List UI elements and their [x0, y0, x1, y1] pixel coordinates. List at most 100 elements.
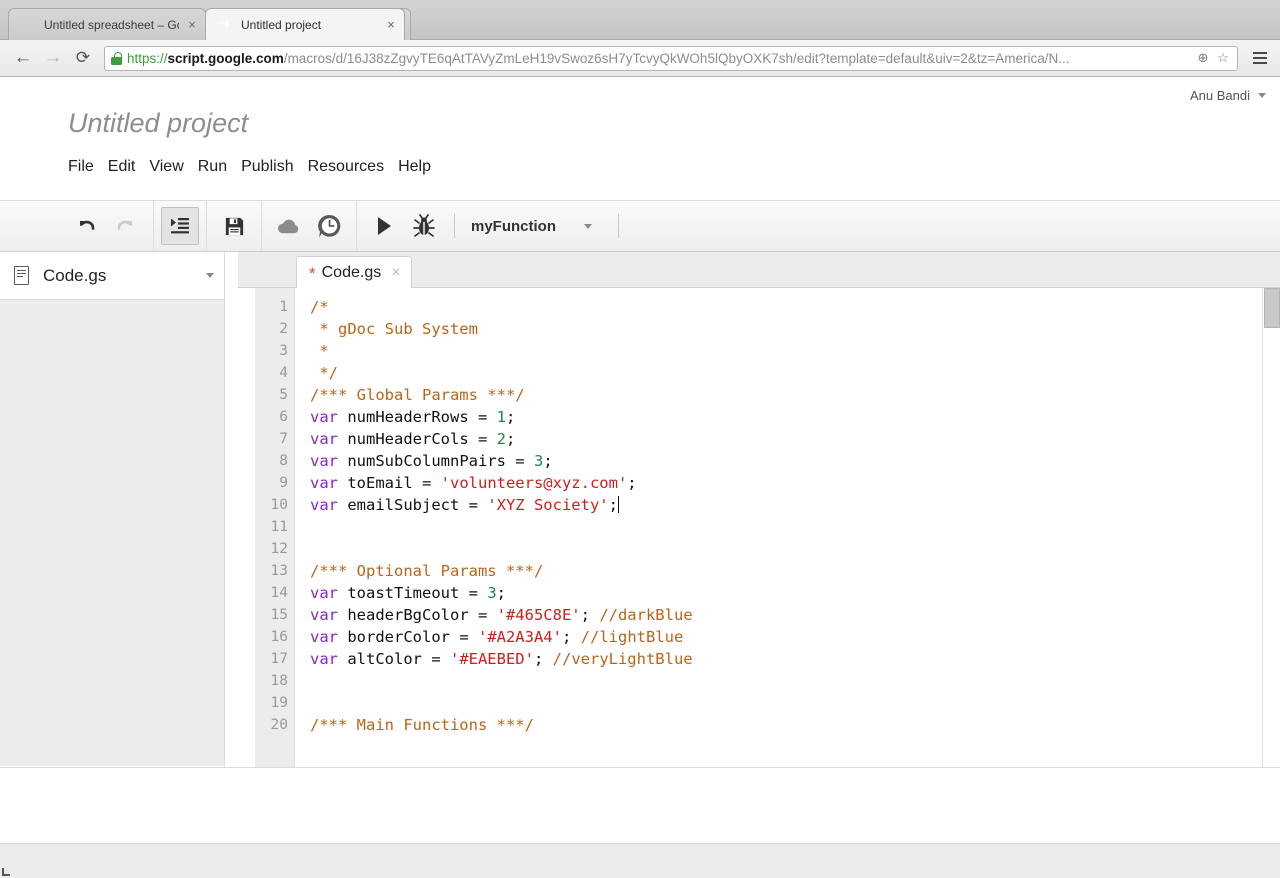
status-bar [0, 843, 1280, 878]
code-line-content[interactable]: var headerBgColor = '#465C8E'; //darkBlu… [295, 604, 1280, 626]
chevron-down-icon[interactable] [206, 273, 214, 278]
code-line-content[interactable]: * gDoc Sub System [295, 318, 1280, 340]
toolbar-divider [261, 201, 262, 251]
code-line-content[interactable]: var borderColor = '#A2A3A4'; //lightBlue [295, 626, 1280, 648]
code-token-comment: //veryLightBlue [552, 650, 693, 668]
account-menu[interactable]: Anu Bandi [1190, 88, 1266, 103]
code-token-number: 3 [533, 452, 544, 470]
menu-help[interactable]: Help [398, 154, 445, 180]
clock-icon[interactable] [309, 206, 349, 246]
browser-tab-apps-script[interactable]: Untitled project × [205, 8, 405, 40]
resize-grip-icon[interactable] [2, 868, 10, 876]
code-line-content[interactable]: var numSubColumnPairs = 3; [295, 450, 1280, 472]
code-line-content[interactable]: var numHeaderCols = 2; [295, 428, 1280, 450]
menu-view[interactable]: View [149, 154, 197, 180]
code-line-content[interactable]: var numHeaderRows = 1; [295, 406, 1280, 428]
bug-icon[interactable] [404, 206, 444, 246]
function-selector-label[interactable]: myFunction [471, 218, 556, 235]
code-line-content[interactable] [295, 538, 1280, 560]
close-icon[interactable]: × [391, 264, 400, 282]
bookmark-star-icon[interactable]: ☆ [1213, 50, 1233, 66]
code-line-content[interactable]: var altColor = '#EAEBED'; //veryLightBlu… [295, 648, 1280, 670]
code-token-comment: * [310, 342, 329, 360]
code-line-content[interactable]: var toastTimeout = 3; [295, 582, 1280, 604]
line-number: 3 [279, 343, 288, 359]
menu-publish[interactable]: Publish [241, 154, 307, 180]
cloud-upload-icon[interactable] [269, 206, 309, 246]
code-token-plain: numSubColumnPairs = [338, 452, 534, 470]
code-token-comment: /*** Optional Params ***/ [310, 562, 544, 580]
editor-tabbar: * Code.gs × [238, 252, 1280, 289]
code-line-content[interactable] [295, 692, 1280, 714]
browser-tab-close-icon[interactable]: × [185, 18, 199, 32]
toolbar-divider [206, 201, 207, 251]
menu-file[interactable]: File [68, 154, 108, 180]
line-number: 13 [270, 563, 288, 579]
code-token-comment: //darkBlue [599, 606, 693, 624]
code-line: 20 /*** Main Functions ***/ [238, 714, 1280, 736]
code-line: 10 var emailSubject = 'XYZ Society'; [238, 494, 1280, 516]
back-icon[interactable]: ← [8, 44, 38, 72]
code-line: 13 /*** Optional Params ***/ [238, 560, 1280, 582]
script-file-icon [14, 266, 29, 285]
code-token-plain: borderColor = [338, 628, 478, 646]
line-number: 5 [279, 387, 288, 403]
editor-vertical-scrollbar[interactable] [1262, 288, 1280, 767]
browser-tab-spreadsheet[interactable]: Untitled spreadsheet – Goo × [8, 8, 206, 40]
code-line: 14 var toastTimeout = 3; [238, 582, 1280, 604]
code-line-content[interactable]: /* [295, 296, 1280, 318]
browser-tab-title: Untitled project [241, 17, 322, 32]
indent-icon[interactable] [161, 207, 199, 245]
menu-edit[interactable]: Edit [108, 154, 150, 180]
line-number: 9 [279, 475, 288, 491]
scrollbar-thumb[interactable] [1264, 288, 1280, 328]
lock-icon [111, 51, 122, 65]
code-line-content[interactable]: var toEmail = 'volunteers@xyz.com'; [295, 472, 1280, 494]
code-token-plain: ; [627, 474, 637, 492]
code-token-number: 1 [496, 408, 506, 426]
editor-toolbar: myFunction [0, 200, 1280, 252]
code-line-content[interactable] [295, 516, 1280, 538]
apps-script-app: Anu Bandi Untitled project File Edit Vie… [0, 78, 1280, 878]
code-line-content[interactable]: /*** Main Functions ***/ [295, 714, 1280, 736]
code-token-keyword: var [310, 408, 338, 426]
browser-tab-close-icon[interactable]: × [384, 18, 398, 32]
code-token-comment: /*** Global Params ***/ [310, 386, 525, 404]
sidebar-item-code-gs[interactable]: Code.gs [0, 252, 224, 300]
line-number: 8 [279, 453, 288, 469]
code-line: 2 * gDoc Sub System [238, 318, 1280, 340]
chevron-down-icon[interactable] [584, 223, 592, 229]
toolbar-divider [153, 201, 154, 251]
code-token-string: '#EAEBED' [449, 650, 534, 668]
code-token-plain: toastTimeout = [338, 584, 488, 602]
code-line-content[interactable]: /*** Optional Params ***/ [295, 560, 1280, 582]
editor-tab-code-gs[interactable]: * Code.gs × [296, 256, 412, 289]
code-token-plain: headerBgColor = [338, 606, 497, 624]
line-number: 16 [270, 629, 288, 645]
address-bar[interactable]: https://script.google.com/macros/d/16J38… [104, 45, 1238, 71]
line-number: 7 [279, 431, 288, 447]
code-line-content[interactable] [295, 670, 1280, 692]
code-area[interactable]: 1 /* 2 * gDoc Sub System 3 * 4 */ 5 /*** Globa… [238, 288, 1280, 767]
code-line-content[interactable]: /*** Global Params ***/ [295, 384, 1280, 406]
code-line: 8 var numSubColumnPairs = 3; [238, 450, 1280, 472]
code-token-plain: emailSubject = [338, 496, 488, 514]
page-title[interactable]: Untitled project [68, 108, 248, 139]
code-line-content[interactable]: */ [295, 362, 1280, 384]
run-icon[interactable] [364, 206, 404, 246]
code-line: 4 */ [238, 362, 1280, 384]
url-scheme: https:// [127, 50, 168, 66]
code-line-content[interactable]: * [295, 340, 1280, 362]
save-icon[interactable] [214, 206, 254, 246]
menu-run[interactable]: Run [198, 154, 241, 180]
undo-icon[interactable] [66, 206, 106, 246]
line-number: 11 [270, 519, 288, 535]
browser-menu-icon[interactable] [1246, 46, 1274, 70]
menu-resources[interactable]: Resources [308, 154, 398, 180]
sheets-icon [21, 17, 37, 33]
code-line-content[interactable]: var emailSubject = 'XYZ Society'; [295, 494, 1280, 516]
code-token-comment: */ [310, 364, 338, 382]
reload-icon[interactable]: ⟳ [68, 44, 98, 72]
code-editor-panel: * Code.gs × 1 /* 2 * gDoc Sub System 3 * 4 *… [238, 252, 1280, 767]
zoom-icon[interactable]: ⊕ [1193, 50, 1213, 66]
